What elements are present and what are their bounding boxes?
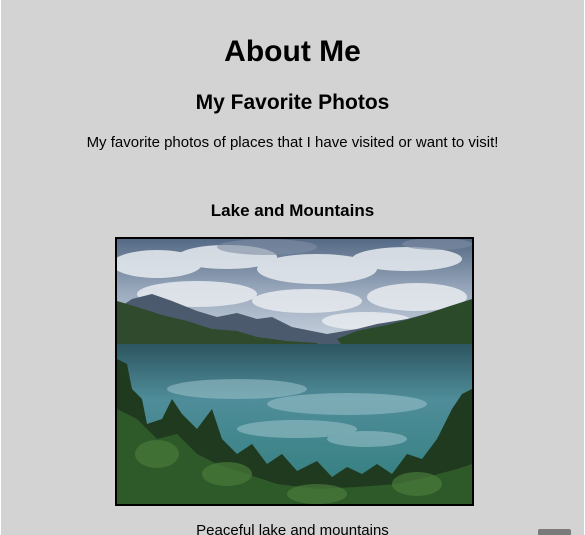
intro-text: My favorite photos of places that I have… <box>86 134 499 151</box>
lake-mountains-image <box>117 239 472 504</box>
page: About Me My Favorite Photos My favorite … <box>1 0 584 535</box>
photo-heading: Lake and Mountains <box>210 201 375 220</box>
page-subtitle: My Favorite Photos <box>195 91 390 114</box>
scroll-to-top-button[interactable] <box>538 529 571 535</box>
lake-mountains-photo <box>115 237 474 506</box>
photo-caption: Peaceful lake and mountains <box>196 522 389 535</box>
page-title: About Me <box>224 35 361 68</box>
